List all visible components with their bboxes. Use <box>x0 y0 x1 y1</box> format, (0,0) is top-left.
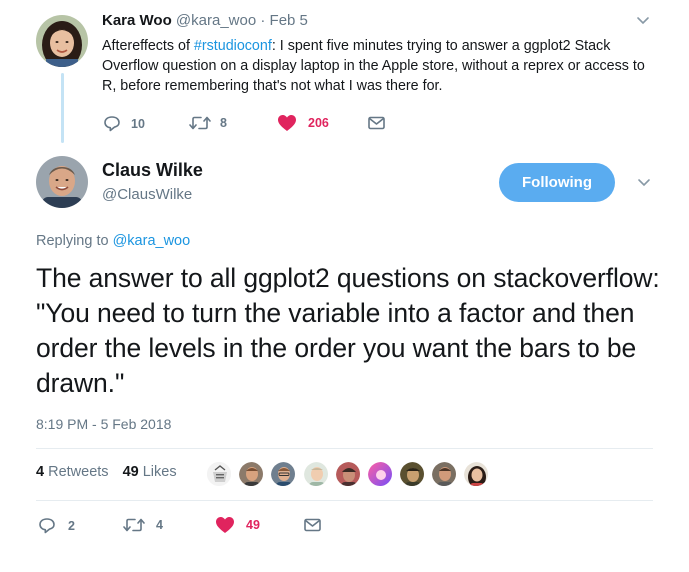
original-reply-button[interactable]: 10 <box>103 115 145 132</box>
header-separator: · <box>260 12 266 29</box>
original-like-count: 206 <box>308 116 329 130</box>
stats-top-divider <box>36 448 653 449</box>
stats-bottom-divider <box>36 500 653 501</box>
heart-icon <box>278 115 296 131</box>
reply-icon <box>39 518 55 534</box>
liker-avatar[interactable] <box>367 461 393 487</box>
like-count: 49 <box>246 518 260 532</box>
hashtag-link[interactable]: #rstudioconf <box>194 38 272 54</box>
liker-avatar[interactable] <box>431 461 457 487</box>
tweet-timestamp[interactable]: 8:19 PM - 5 Feb 2018 <box>36 416 171 432</box>
liker-avatar[interactable] <box>463 461 489 487</box>
engagement-stats: 4 Retweets 49 Likes <box>36 464 177 480</box>
replying-to-line: Replying to @kara_woo <box>36 233 190 249</box>
retweet-icon <box>189 116 211 130</box>
original-author-name[interactable]: Kara Woo <box>102 12 172 29</box>
liker-avatar[interactable] <box>206 461 232 487</box>
kara-woo-avatar[interactable] <box>36 15 88 67</box>
thread-connector-line <box>61 73 64 143</box>
author-handle[interactable]: @ClausWilke <box>102 186 192 203</box>
main-tweet-text: The answer to all ggplot2 questions on s… <box>36 263 660 398</box>
like-button[interactable]: 49 <box>215 516 260 534</box>
reply-button[interactable]: 2 <box>38 517 75 534</box>
message-button[interactable] <box>304 518 321 532</box>
original-tweet-header: Kara Woo @kara_woo · Feb 5 <box>102 12 308 29</box>
original-tweet-date[interactable]: Feb 5 <box>270 12 308 29</box>
main-tweet-chevron-down-icon[interactable] <box>637 178 651 188</box>
original-text-part-1: Aftereffects of <box>102 38 194 54</box>
liker-avatar[interactable] <box>303 461 329 487</box>
retweets-stat[interactable]: 4 Retweets <box>36 464 109 480</box>
retweets-stat-count: 4 <box>36 464 45 480</box>
likes-stat-count: 49 <box>122 464 139 480</box>
reply-icon <box>104 116 120 132</box>
original-tweet-text: Aftereffects of #rstudioconf: I spent fi… <box>102 36 662 96</box>
replying-to-prefix: Replying to <box>36 233 113 249</box>
envelope-icon <box>368 116 385 130</box>
retweet-button[interactable]: 4 <box>123 517 163 533</box>
original-reply-count: 10 <box>131 116 145 131</box>
retweet-count: 4 <box>156 518 163 532</box>
envelope-icon <box>304 518 321 532</box>
author-name[interactable]: Claus Wilke <box>102 160 203 181</box>
original-like-button[interactable]: 206 <box>277 114 329 132</box>
claus-wilke-avatar[interactable] <box>36 156 88 208</box>
retweets-stat-label: Retweets <box>48 464 109 480</box>
original-author-handle[interactable]: @kara_woo <box>176 12 256 29</box>
following-button[interactable]: Following <box>499 163 615 202</box>
original-retweet-button[interactable]: 8 <box>189 115 227 131</box>
liker-avatar[interactable] <box>335 461 361 487</box>
likes-stat-label: Likes <box>142 464 177 480</box>
liker-avatar[interactable] <box>399 461 425 487</box>
heart-icon <box>216 517 234 533</box>
liker-avatar[interactable] <box>270 461 296 487</box>
original-message-button[interactable] <box>368 116 385 130</box>
reply-count: 2 <box>68 518 75 533</box>
liker-avatar[interactable] <box>238 461 264 487</box>
likes-stat[interactable]: 49 Likes <box>123 464 177 480</box>
replying-to-handle-link[interactable]: @kara_woo <box>113 233 191 249</box>
original-tweet-chevron-down-icon[interactable] <box>636 16 650 26</box>
retweet-icon <box>123 518 145 532</box>
original-retweet-count: 8 <box>220 116 227 130</box>
